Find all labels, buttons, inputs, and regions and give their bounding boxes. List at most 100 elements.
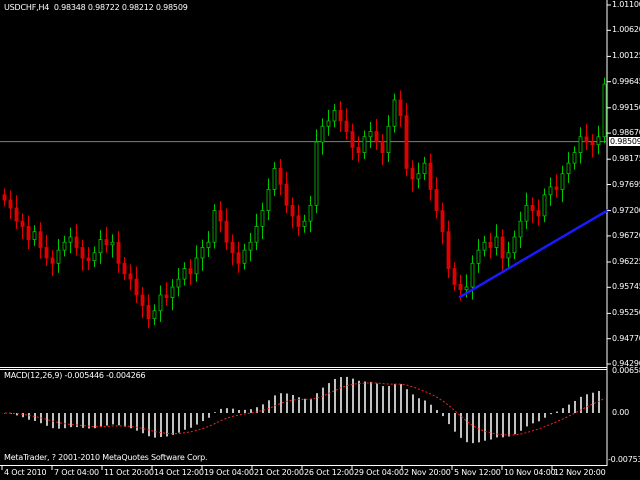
- candle-body: [572, 152, 577, 164]
- macd-histogram-bar: [490, 413, 492, 440]
- price-axis-label: 0.98670: [612, 128, 640, 138]
- macd-histogram-bar: [436, 410, 438, 413]
- trendline: [458, 208, 610, 299]
- candle-body: [8, 199, 13, 209]
- candle-body: [470, 262, 475, 288]
- candle-body: [176, 278, 181, 288]
- macd-histogram-bar: [538, 413, 540, 422]
- candle-body: [518, 220, 523, 238]
- macd-histogram-bar: [148, 413, 150, 437]
- macd-histogram-bar: [334, 378, 336, 413]
- macd-histogram-bar: [154, 413, 156, 438]
- macd-histogram-bar: [64, 413, 66, 429]
- candle-body: [284, 183, 289, 206]
- candle-body: [602, 83, 607, 138]
- macd-histogram-bar: [562, 408, 564, 413]
- candle-body: [32, 231, 37, 240]
- macd-histogram-bar: [82, 413, 84, 428]
- macd-histogram-bar: [346, 376, 348, 413]
- price-chart[interactable]: [0, 0, 640, 480]
- candle-body: [194, 257, 199, 275]
- candle-body: [398, 99, 403, 117]
- macd-histogram-bar: [508, 413, 510, 437]
- candle-body: [512, 236, 517, 254]
- candle-body: [404, 115, 409, 169]
- symbol-label: USDCHF,H4: [4, 3, 50, 12]
- candle-body: [536, 210, 541, 217]
- candle-body: [260, 210, 265, 227]
- candle-body: [368, 131, 373, 138]
- candle-body: [542, 194, 547, 217]
- candle-body: [554, 186, 559, 190]
- macd-histogram-bar: [190, 413, 192, 428]
- candle-body: [290, 204, 295, 217]
- candle-body: [560, 173, 565, 190]
- time-axis-label: 11 Oct 20:00: [104, 468, 154, 477]
- macd-histogram-bar: [358, 380, 360, 413]
- price-axis-label: 1.01100: [612, 0, 640, 9]
- candle-body: [218, 210, 223, 222]
- price-axis-label: 0.94290: [612, 359, 640, 368]
- macd-histogram-bar: [208, 413, 210, 418]
- macd-histogram-bar: [184, 413, 186, 430]
- price-axis-label: 0.96720: [612, 230, 640, 240]
- candle-body: [566, 162, 571, 175]
- macd-histogram-bar: [502, 413, 504, 438]
- ohlc-values: 0.98348 0.98722 0.98212 0.98509: [53, 3, 188, 12]
- time-axis-label: 7 Oct 04:00: [54, 468, 99, 477]
- candle-body: [482, 241, 487, 251]
- macd-histogram-bar: [304, 398, 306, 413]
- time-axis-label: 14 Oct 12:00: [154, 468, 204, 477]
- candle-body: [98, 239, 103, 254]
- macd-histogram-bar: [328, 383, 330, 413]
- macd-histogram-bar: [484, 413, 486, 441]
- candle-body: [140, 294, 145, 306]
- macd-histogram-bar: [268, 400, 270, 413]
- macd-histogram-bar: [418, 398, 420, 413]
- chart-title: USDCHF,H4 0.98348 0.98722 0.98212 0.9850…: [4, 3, 188, 12]
- macd-histogram-bar: [178, 413, 180, 433]
- macd-histogram-bar: [472, 413, 474, 444]
- candle-body: [296, 215, 301, 227]
- candle-body: [590, 141, 595, 146]
- macd-histogram-bar: [394, 383, 396, 413]
- candle-body: [344, 120, 349, 132]
- macd-histogram-bar: [172, 413, 174, 435]
- candle-body: [332, 110, 337, 122]
- macd-histogram-bar: [430, 404, 432, 413]
- candle-body: [422, 162, 427, 175]
- candle-body: [596, 136, 601, 146]
- time-axis-label: 19 Oct 04:00: [204, 468, 254, 477]
- candle-body: [338, 110, 343, 122]
- macd-histogram-bar: [370, 381, 372, 413]
- macd-histogram-bar: [28, 413, 30, 420]
- candle-body: [200, 247, 205, 259]
- time-axis-label: 5 Nov 12:00: [454, 468, 501, 477]
- macd-histogram-bar: [520, 413, 522, 431]
- price-axis-label: 0.95250: [612, 308, 640, 318]
- macd-histogram-bar: [220, 408, 222, 413]
- time-axis-label: 29 Oct 04:00: [354, 468, 404, 477]
- candle-body: [182, 268, 187, 280]
- macd-histogram-bar: [58, 413, 60, 429]
- candle-body: [320, 125, 325, 143]
- macd-histogram-bar: [280, 393, 282, 413]
- candle-body: [26, 226, 31, 240]
- candle-body: [56, 249, 61, 264]
- candle-body: [50, 257, 55, 264]
- macd-histogram-bar: [352, 378, 354, 413]
- candle-body: [74, 236, 79, 248]
- candle-body: [92, 252, 97, 262]
- macd-histogram-bar: [466, 413, 468, 443]
- candle-body: [506, 252, 511, 259]
- candle-body: [188, 268, 193, 275]
- candle-body: [410, 168, 415, 180]
- macd-histogram-bar: [274, 395, 276, 413]
- macd-histogram-bar: [382, 386, 384, 413]
- macd-histogram-bar: [514, 413, 516, 435]
- copyright-text: MetaTrader, ? 2001-2010 MetaQuotes Softw…: [4, 453, 208, 462]
- price-axis-label: 0.97695: [612, 179, 640, 189]
- candle-body: [380, 141, 385, 154]
- macd-histogram-bar: [406, 389, 408, 413]
- price-axis-label: 0.96225: [612, 256, 640, 266]
